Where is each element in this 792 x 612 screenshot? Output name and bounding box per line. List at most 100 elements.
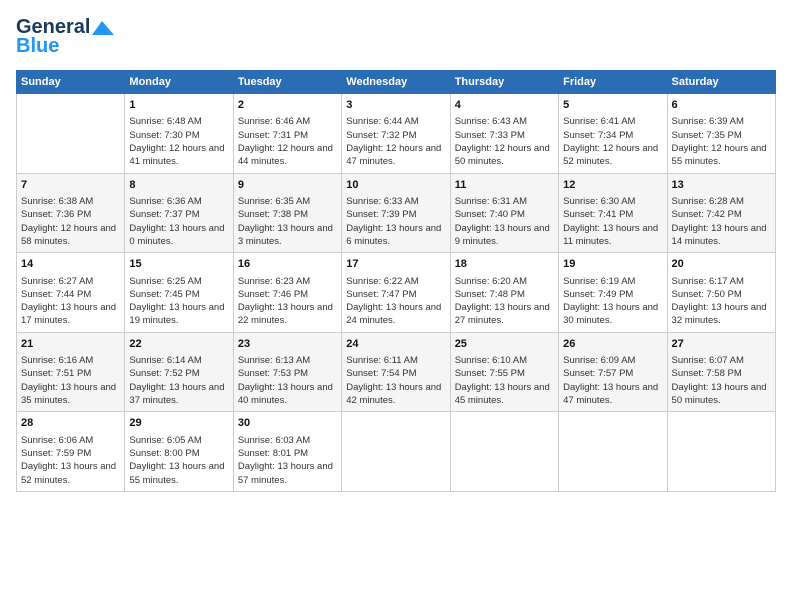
day-cell: 5Sunrise: 6:41 AMSunset: 7:34 PMDaylight… (559, 94, 667, 174)
column-header-monday: Monday (125, 71, 233, 94)
day-number: 24 (346, 337, 445, 352)
day-cell: 21 Sunrise: 6:16 AMSunset: 7:51 PMDayligh… (17, 332, 125, 412)
day-info: Sunrise: 6:16 AMSunset: 7:51 PMDaylight:… (21, 354, 120, 407)
day-info: Sunrise: 6:06 AMSunset: 7:59 PMDaylight:… (21, 434, 120, 487)
day-info: Sunrise: 6:41 AMSunset: 7:34 PMDaylight:… (563, 115, 662, 168)
day-number: 28 (21, 416, 120, 431)
day-cell: 20 Sunrise: 6:17 AMSunset: 7:50 PMDayligh… (667, 253, 775, 333)
day-cell: 19 Sunrise: 6:19 AMSunset: 7:49 PMDayligh… (559, 253, 667, 333)
day-info: Sunrise: 6:39 AMSunset: 7:35 PMDaylight:… (672, 115, 771, 168)
column-header-thursday: Thursday (450, 71, 558, 94)
day-cell: 10 Sunrise: 6:33 AMSunset: 7:39 PMDayligh… (342, 173, 450, 253)
day-cell: 2 Sunrise: 6:46 AMSunset: 7:31 PMDaylight… (233, 94, 341, 174)
calendar-body: 1 Sunrise: 6:48 AMSunset: 7:30 PMDaylight… (17, 94, 776, 492)
day-cell: 6 Sunrise: 6:39 AMSunset: 7:35 PMDaylight… (667, 94, 775, 174)
day-number: 4 (455, 98, 554, 113)
week-row-1: 1 Sunrise: 6:48 AMSunset: 7:30 PMDaylight… (17, 94, 776, 174)
day-number: 11 (455, 178, 554, 193)
day-cell: 29 Sunrise: 6:05 AMSunset: 8:00 PMDayligh… (125, 412, 233, 492)
day-info: Sunrise: 6:27 AMSunset: 7:44 PMDaylight:… (21, 275, 120, 328)
day-info: Sunrise: 6:22 AMSunset: 7:47 PMDaylight:… (346, 275, 445, 328)
logo-blue: Blue (16, 35, 59, 58)
day-info: Sunrise: 6:10 AMSunset: 7:55 PMDaylight:… (455, 354, 554, 407)
day-info: Sunrise: 6:43 AMSunset: 7:33 PMDaylight:… (455, 115, 554, 168)
day-number: 9 (238, 178, 337, 193)
day-cell: 25Sunrise: 6:10 AMSunset: 7:55 PMDayligh… (450, 332, 558, 412)
day-info: Sunrise: 6:36 AMSunset: 7:37 PMDaylight:… (129, 195, 228, 248)
day-number: 10 (346, 178, 445, 193)
day-cell (667, 412, 775, 492)
day-info: Sunrise: 6:03 AMSunset: 8:01 PMDaylight:… (238, 434, 337, 487)
day-cell: 28 Sunrise: 6:06 AMSunset: 7:59 PMDayligh… (17, 412, 125, 492)
day-number: 1 (129, 98, 228, 113)
day-cell (17, 94, 125, 174)
day-number: 8 (129, 178, 228, 193)
day-info: Sunrise: 6:33 AMSunset: 7:39 PMDaylight:… (346, 195, 445, 248)
day-number: 30 (238, 416, 337, 431)
day-cell (342, 412, 450, 492)
day-info: Sunrise: 6:19 AMSunset: 7:49 PMDaylight:… (563, 275, 662, 328)
day-number: 18 (455, 257, 554, 272)
day-number: 14 (21, 257, 120, 272)
day-number: 20 (672, 257, 771, 272)
day-cell (450, 412, 558, 492)
day-info: Sunrise: 6:35 AMSunset: 7:38 PMDaylight:… (238, 195, 337, 248)
day-number: 16 (238, 257, 337, 272)
day-cell: 8 Sunrise: 6:36 AMSunset: 7:37 PMDaylight… (125, 173, 233, 253)
day-info: Sunrise: 6:48 AMSunset: 7:30 PMDaylight:… (129, 115, 228, 168)
week-row-3: 14 Sunrise: 6:27 AMSunset: 7:44 PMDayligh… (17, 253, 776, 333)
logo-arrow-icon (92, 21, 114, 35)
day-info: Sunrise: 6:07 AMSunset: 7:58 PMDaylight:… (672, 354, 771, 407)
day-cell: 17 Sunrise: 6:22 AMSunset: 7:47 PMDayligh… (342, 253, 450, 333)
week-row-2: 7 Sunrise: 6:38 AMSunset: 7:36 PMDaylight… (17, 173, 776, 253)
day-number: 29 (129, 416, 228, 431)
day-cell: 18 Sunrise: 6:20 AMSunset: 7:48 PMDayligh… (450, 253, 558, 333)
day-info: Sunrise: 6:30 AMSunset: 7:41 PMDaylight:… (563, 195, 662, 248)
day-info: Sunrise: 6:17 AMSunset: 7:50 PMDaylight:… (672, 275, 771, 328)
page-header: General Blue (16, 16, 776, 58)
logo: General Blue (16, 16, 114, 58)
week-row-5: 28 Sunrise: 6:06 AMSunset: 7:59 PMDayligh… (17, 412, 776, 492)
day-info: Sunrise: 6:20 AMSunset: 7:48 PMDaylight:… (455, 275, 554, 328)
day-number: 3 (346, 98, 445, 113)
day-number: 17 (346, 257, 445, 272)
day-number: 26 (563, 337, 662, 352)
day-info: Sunrise: 6:14 AMSunset: 7:52 PMDaylight:… (129, 354, 228, 407)
day-number: 27 (672, 337, 771, 352)
week-row-4: 21 Sunrise: 6:16 AMSunset: 7:51 PMDayligh… (17, 332, 776, 412)
day-number: 6 (672, 98, 771, 113)
day-cell: 26 Sunrise: 6:09 AMSunset: 7:57 PMDayligh… (559, 332, 667, 412)
day-info: Sunrise: 6:28 AMSunset: 7:42 PMDaylight:… (672, 195, 771, 248)
day-cell: 30 Sunrise: 6:03 AMSunset: 8:01 PMDayligh… (233, 412, 341, 492)
day-cell: 3 Sunrise: 6:44 AMSunset: 7:32 PMDaylight… (342, 94, 450, 174)
column-header-sunday: Sunday (17, 71, 125, 94)
day-info: Sunrise: 6:11 AMSunset: 7:54 PMDaylight:… (346, 354, 445, 407)
day-cell: 7 Sunrise: 6:38 AMSunset: 7:36 PMDaylight… (17, 173, 125, 253)
day-info: Sunrise: 6:25 AMSunset: 7:45 PMDaylight:… (129, 275, 228, 328)
calendar-header-row: SundayMondayTuesdayWednesdayThursdayFrid… (17, 71, 776, 94)
day-cell: 1 Sunrise: 6:48 AMSunset: 7:30 PMDaylight… (125, 94, 233, 174)
day-info: Sunrise: 6:44 AMSunset: 7:32 PMDaylight:… (346, 115, 445, 168)
day-info: Sunrise: 6:05 AMSunset: 8:00 PMDaylight:… (129, 434, 228, 487)
day-info: Sunrise: 6:13 AMSunset: 7:53 PMDaylight:… (238, 354, 337, 407)
day-number: 22 (129, 337, 228, 352)
day-number: 19 (563, 257, 662, 272)
day-cell: 11Sunrise: 6:31 AMSunset: 7:40 PMDayligh… (450, 173, 558, 253)
day-number: 15 (129, 257, 228, 272)
day-number: 23 (238, 337, 337, 352)
day-cell: 27 Sunrise: 6:07 AMSunset: 7:58 PMDayligh… (667, 332, 775, 412)
column-header-saturday: Saturday (667, 71, 775, 94)
day-cell: 13Sunrise: 6:28 AMSunset: 7:42 PMDayligh… (667, 173, 775, 253)
day-info: Sunrise: 6:46 AMSunset: 7:31 PMDaylight:… (238, 115, 337, 168)
day-number: 7 (21, 178, 120, 193)
column-header-tuesday: Tuesday (233, 71, 341, 94)
day-cell: 15 Sunrise: 6:25 AMSunset: 7:45 PMDayligh… (125, 253, 233, 333)
day-cell: 14 Sunrise: 6:27 AMSunset: 7:44 PMDayligh… (17, 253, 125, 333)
day-cell: 9 Sunrise: 6:35 AMSunset: 7:38 PMDaylight… (233, 173, 341, 253)
day-info: Sunrise: 6:09 AMSunset: 7:57 PMDaylight:… (563, 354, 662, 407)
calendar-table: SundayMondayTuesdayWednesdayThursdayFrid… (16, 70, 776, 492)
day-number: 21 (21, 337, 120, 352)
day-cell: 12Sunrise: 6:30 AMSunset: 7:41 PMDayligh… (559, 173, 667, 253)
day-number: 2 (238, 98, 337, 113)
day-info: Sunrise: 6:38 AMSunset: 7:36 PMDaylight:… (21, 195, 120, 248)
